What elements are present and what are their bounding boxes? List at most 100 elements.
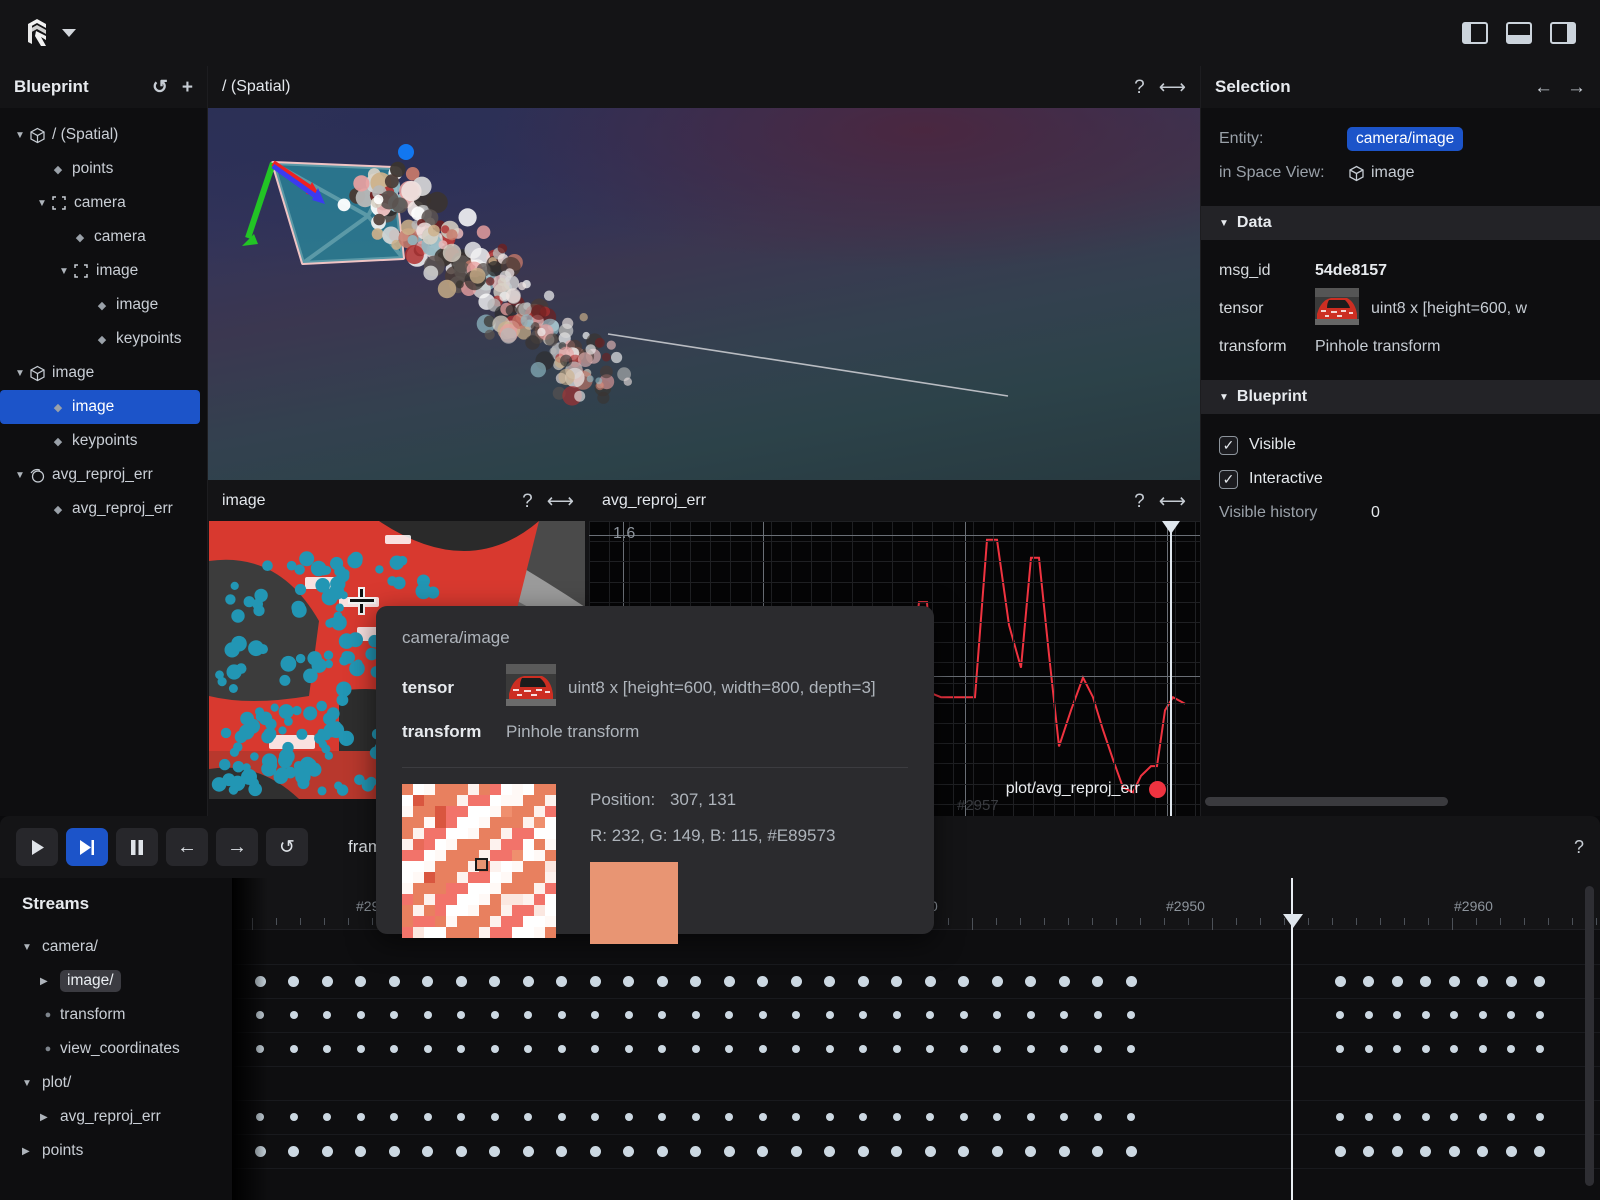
timeline-event-dot[interactable] [1336,1045,1344,1053]
spatial-view-canvas[interactable] [208,108,1200,480]
timeline-event-dot[interactable] [390,1011,398,1019]
chevron-down-icon[interactable]: ▼ [34,198,50,209]
timeline-event-dot[interactable] [725,1011,733,1019]
timeline-event-dot[interactable] [1391,975,1403,987]
chevron-down-icon[interactable]: ▼ [12,368,28,379]
blueprint-tree-item-image[interactable]: ▼ image [0,356,207,390]
expand-icon[interactable]: ⟷ [1159,78,1186,97]
timeline-event-dot[interactable] [758,1011,767,1019]
timeline-event-dot[interactable] [489,1145,500,1157]
timeline-event-dot[interactable] [790,1145,802,1157]
timeline-event-dot[interactable] [825,1045,834,1053]
timeline-event-dot[interactable] [1060,1113,1068,1121]
visible-toggle-row[interactable]: ✓ Visible [1201,428,1600,462]
timeline-event-dot[interactable] [489,975,500,987]
stream-row-image[interactable]: ▶ image/ [0,964,232,998]
timeline-event-dot[interactable] [455,1145,467,1157]
timeline-event-dot[interactable] [1478,1011,1487,1019]
timeline-event-dot[interactable] [289,1011,298,1019]
timeline-event-dot[interactable] [423,1113,432,1121]
timeline-event-dot[interactable] [959,1011,968,1019]
timeline-event-dot[interactable] [926,1011,934,1019]
timeline-body[interactable] [232,930,1600,1200]
timeline-event-dot[interactable] [691,1011,700,1019]
timeline-event-dot[interactable] [355,1145,366,1157]
timeline-event-dot[interactable] [658,1113,666,1121]
plot-time-cursor[interactable] [1170,521,1172,816]
entity-value[interactable]: camera/image [1347,127,1464,151]
selection-horizontal-scrollbar[interactable] [1205,797,1448,806]
timeline-event-dot[interactable] [423,1011,432,1019]
timeline-event-dot[interactable] [388,1145,400,1157]
timeline-event-dot[interactable] [859,1045,867,1053]
blueprint-tree-item-image[interactable]: ◆ image [0,288,207,322]
stream-row-plot[interactable]: ▼ plot/ [0,1066,232,1100]
timeline-event-dot[interactable] [1535,1045,1544,1053]
timeline-event-dot[interactable] [624,1113,633,1121]
timeline-event-dot[interactable] [1125,1145,1137,1157]
expand-icon[interactable]: ⟷ [547,492,574,511]
timeline-event-dot[interactable] [1363,975,1374,987]
blueprint-tree-item-avg_reproj_err[interactable]: ▼ avg_reproj_err [0,458,207,492]
timeline-event-dot[interactable] [321,975,333,987]
step-back-button[interactable]: ← [166,828,208,866]
timeline-event-dot[interactable] [892,1045,901,1053]
stream-row-points[interactable]: ▶ points [0,1134,232,1168]
timeline-event-dot[interactable] [857,1145,869,1157]
timeline-event-dot[interactable] [958,1145,969,1157]
timeline-event-dot[interactable] [591,1011,599,1019]
timeline-event-dot[interactable] [490,1011,499,1019]
timeline-event-dot[interactable] [1391,1145,1403,1157]
chevron-down-icon[interactable]: ▼ [22,1078,38,1089]
timeline-event-dot[interactable] [423,1045,432,1053]
timeline-event-dot[interactable] [924,1145,936,1157]
timeline-event-dot[interactable] [524,1045,532,1053]
timeline-event-dot[interactable] [824,975,835,987]
timeline-event-dot[interactable] [993,1045,1001,1053]
timeline-event-dot[interactable] [1421,1113,1430,1121]
timeline-event-dot[interactable] [1060,1011,1068,1019]
timeline-event-dot[interactable] [1534,975,1545,987]
timeline-event-dot[interactable] [1505,1145,1517,1157]
timeline-event-dot[interactable] [623,975,634,987]
timeline-event-dot[interactable] [959,1113,968,1121]
timeline-event-dot[interactable] [723,1145,735,1157]
blueprint-tree-item-keypoints[interactable]: ◆ keypoints [0,424,207,458]
timeline-event-dot[interactable] [958,975,969,987]
blueprint-section-header[interactable]: ▼ Blueprint [1201,380,1600,414]
timeline-event-dot[interactable] [1477,1145,1488,1157]
timeline-event-dot[interactable] [455,975,467,987]
timeline-event-dot[interactable] [556,975,567,987]
timeline-event-dot[interactable] [1092,1145,1103,1157]
timeline-event-dot[interactable] [524,1011,532,1019]
timeline-event-dot[interactable] [422,975,433,987]
timeline-event-dot[interactable] [924,975,936,987]
play-button[interactable] [16,828,58,866]
timeline-event-dot[interactable] [624,1011,633,1019]
timeline-event-dot[interactable] [824,1145,835,1157]
timeline-event-dot[interactable] [1092,975,1103,987]
chevron-down-icon[interactable]: ▼ [12,130,28,141]
timeline-event-dot[interactable] [1127,1045,1135,1053]
timeline-event-dot[interactable] [323,1011,331,1019]
blueprint-tree-item-keypoints[interactable]: ◆ keypoints [0,322,207,356]
blueprint-tree-item-camera[interactable]: ▼ camera [0,186,207,220]
timeline-event-dot[interactable] [1478,1045,1487,1053]
timeline-event-dot[interactable] [859,1113,867,1121]
stream-row-camera[interactable]: ▼ camera/ [0,930,232,964]
timeline-event-dot[interactable] [1364,1011,1373,1019]
timeline-event-dot[interactable] [1421,1045,1430,1053]
timeline-event-dot[interactable] [1420,975,1431,987]
timeline-event-dot[interactable] [1026,1113,1035,1121]
timeline-event-dot[interactable] [1477,975,1488,987]
stream-row-avg_reproj_err[interactable]: ▶ avg_reproj_err [0,1100,232,1134]
question-icon[interactable]: ? [1574,837,1584,858]
timeline-event-dot[interactable] [723,975,735,987]
expand-icon[interactable]: ⟷ [1159,492,1186,511]
timeline-event-dot[interactable] [355,975,366,987]
timeline-event-dot[interactable] [792,1011,800,1019]
timeline-event-dot[interactable] [891,1145,902,1157]
panel-bottom-toggle[interactable] [1506,22,1532,44]
timeline-event-dot[interactable] [1025,1145,1036,1157]
timeline-event-dot[interactable] [1336,1113,1344,1121]
